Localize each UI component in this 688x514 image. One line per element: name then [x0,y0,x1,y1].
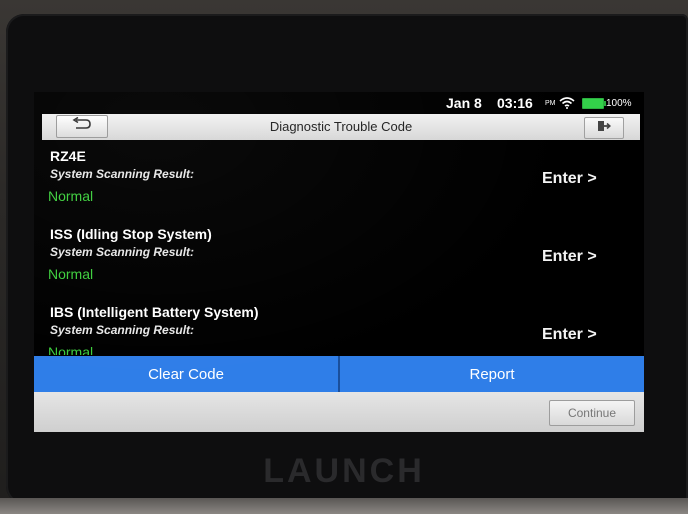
report-button[interactable]: Report [338,356,644,392]
scan-result-label: System Scanning Result: [50,323,195,337]
system-name: IBS (Intelligent Battery System) [50,304,259,320]
system-name: RZ4E [50,148,86,164]
footer-bar: Continue [34,392,644,432]
exit-button[interactable] [584,117,624,139]
system-item-iss[interactable]: ISS (Idling Stop System) System Scanning… [34,218,644,296]
status-date: Jan 8 [446,95,482,111]
scan-status: Normal [48,344,94,355]
system-item-rz4e[interactable]: RZ4E System Scanning Result: Normal Ente… [34,140,644,218]
scan-result-label: System Scanning Result: [50,245,195,259]
system-name: ISS (Idling Stop System) [50,226,212,242]
system-item-ibs[interactable]: IBS (Intelligent Battery System) System … [34,296,644,355]
battery-percent: 100% [606,98,632,109]
wifi-icon [559,96,575,114]
enter-button[interactable]: Enter > [542,248,597,266]
scan-status: Normal [48,266,94,282]
status-bar: Jan 8 03:16 PM 100% [34,92,644,114]
exit-icon [597,119,612,137]
scan-status: Normal [48,188,94,204]
scan-result-label: System Scanning Result: [50,167,195,181]
clear-code-button[interactable]: Clear Code [34,356,338,392]
enter-button[interactable]: Enter > [542,326,597,344]
continue-button[interactable]: Continue [549,400,635,426]
page-title: Diagnostic Trouble Code [269,119,413,134]
status-time: 03:16 [497,95,533,111]
device-bottom-edge [0,498,688,514]
device-brand-logo: LAUNCH [263,452,425,490]
battery-icon [582,98,606,109]
status-ampm: PM [545,100,556,107]
enter-button[interactable]: Enter > [542,170,597,188]
system-list: RZ4E System Scanning Result: Normal Ente… [34,140,644,355]
title-bar: Diagnostic Trouble Code [42,114,640,140]
device-screen: Jan 8 03:16 PM 100% Diagnostic Trouble C… [34,92,644,432]
action-bar: Clear Code Report [34,356,644,392]
